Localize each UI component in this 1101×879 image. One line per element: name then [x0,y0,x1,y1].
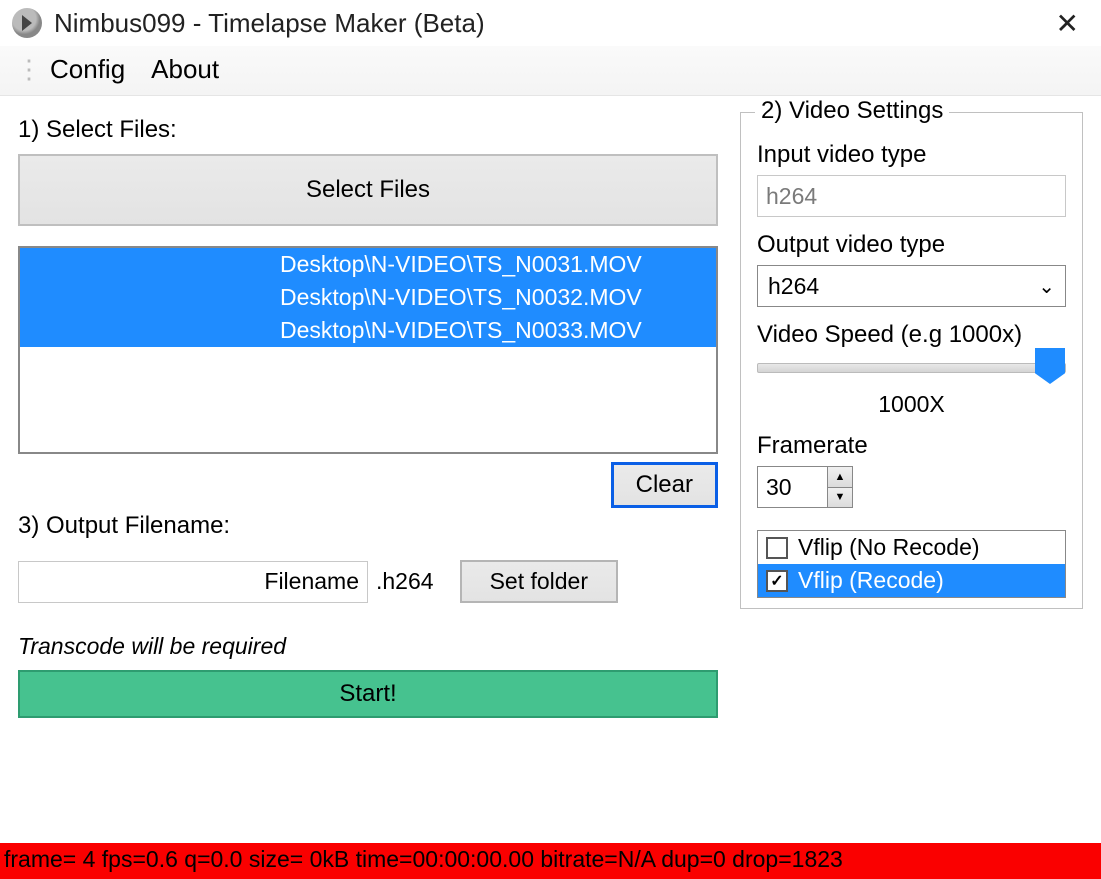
file-list[interactable]: Desktop\N-VIDEO\TS_N0031.MOV Desktop\N-V… [18,246,718,454]
menu-bar: ⋮ Config About [0,46,1101,96]
input-type-field [757,175,1066,217]
input-type-label: Input video type [757,141,1066,169]
filename-ext: .h264 [376,568,434,595]
framerate-label: Framerate [757,432,1066,460]
speed-label: Video Speed (e.g 1000x) [757,321,1066,349]
clear-button[interactable]: Clear [611,462,718,508]
vflip-no-recode[interactable]: Vflip (No Recode) [758,531,1065,564]
select-files-button[interactable]: Select Files [18,154,718,226]
speed-slider[interactable]: 1000X [757,363,1066,418]
framerate-step-down[interactable]: ▼ [828,488,852,508]
menu-config[interactable]: Config [50,54,125,85]
speed-value: 1000X [757,391,1066,418]
window-title: Nimbus099 - Timelapse Maker (Beta) [54,8,1046,39]
vflip-list[interactable]: Vflip (No Recode) ✓ Vflip (Recode) [757,530,1066,598]
file-entry[interactable]: Desktop\N-VIDEO\TS_N0033.MOV [20,314,716,347]
file-entry[interactable]: Desktop\N-VIDEO\TS_N0031.MOV [20,248,716,281]
video-settings-group: 2) Video Settings Input video type Outpu… [740,112,1083,609]
start-button[interactable]: Start! [18,670,718,718]
toolbar-grip-icon: ⋮ [16,54,40,85]
checkbox-checked-icon[interactable]: ✓ [766,570,788,592]
output-type-value: h264 [768,273,1038,300]
set-folder-button[interactable]: Set folder [460,560,618,603]
app-icon [12,8,42,38]
output-type-select[interactable]: h264 ⌄ [757,265,1066,307]
select-files-heading: 1) Select Files: [18,116,718,144]
video-settings-legend: 2) Video Settings [755,97,949,125]
framerate-input[interactable] [757,466,827,508]
vflip-recode[interactable]: ✓ Vflip (Recode) [758,564,1065,597]
framerate-step-up[interactable]: ▲ [828,467,852,488]
title-bar: Nimbus099 - Timelapse Maker (Beta) ✕ [0,0,1101,46]
close-icon[interactable]: ✕ [1046,7,1089,40]
file-entry[interactable]: Desktop\N-VIDEO\TS_N0032.MOV [20,281,716,314]
output-type-label: Output video type [757,231,1066,259]
chevron-down-icon: ⌄ [1038,274,1055,299]
filename-input[interactable] [18,561,368,603]
output-filename-heading: 3) Output Filename: [18,512,718,540]
vflip-no-recode-label: Vflip (No Recode) [798,534,980,561]
vflip-recode-label: Vflip (Recode) [798,567,944,594]
status-bar: frame= 4 fps=0.6 q=0.0 size= 0kB time=00… [0,843,1101,879]
slider-thumb[interactable] [1035,348,1065,384]
checkbox-icon[interactable] [766,537,788,559]
menu-about[interactable]: About [151,54,219,85]
transcode-note: Transcode will be required [18,633,718,660]
